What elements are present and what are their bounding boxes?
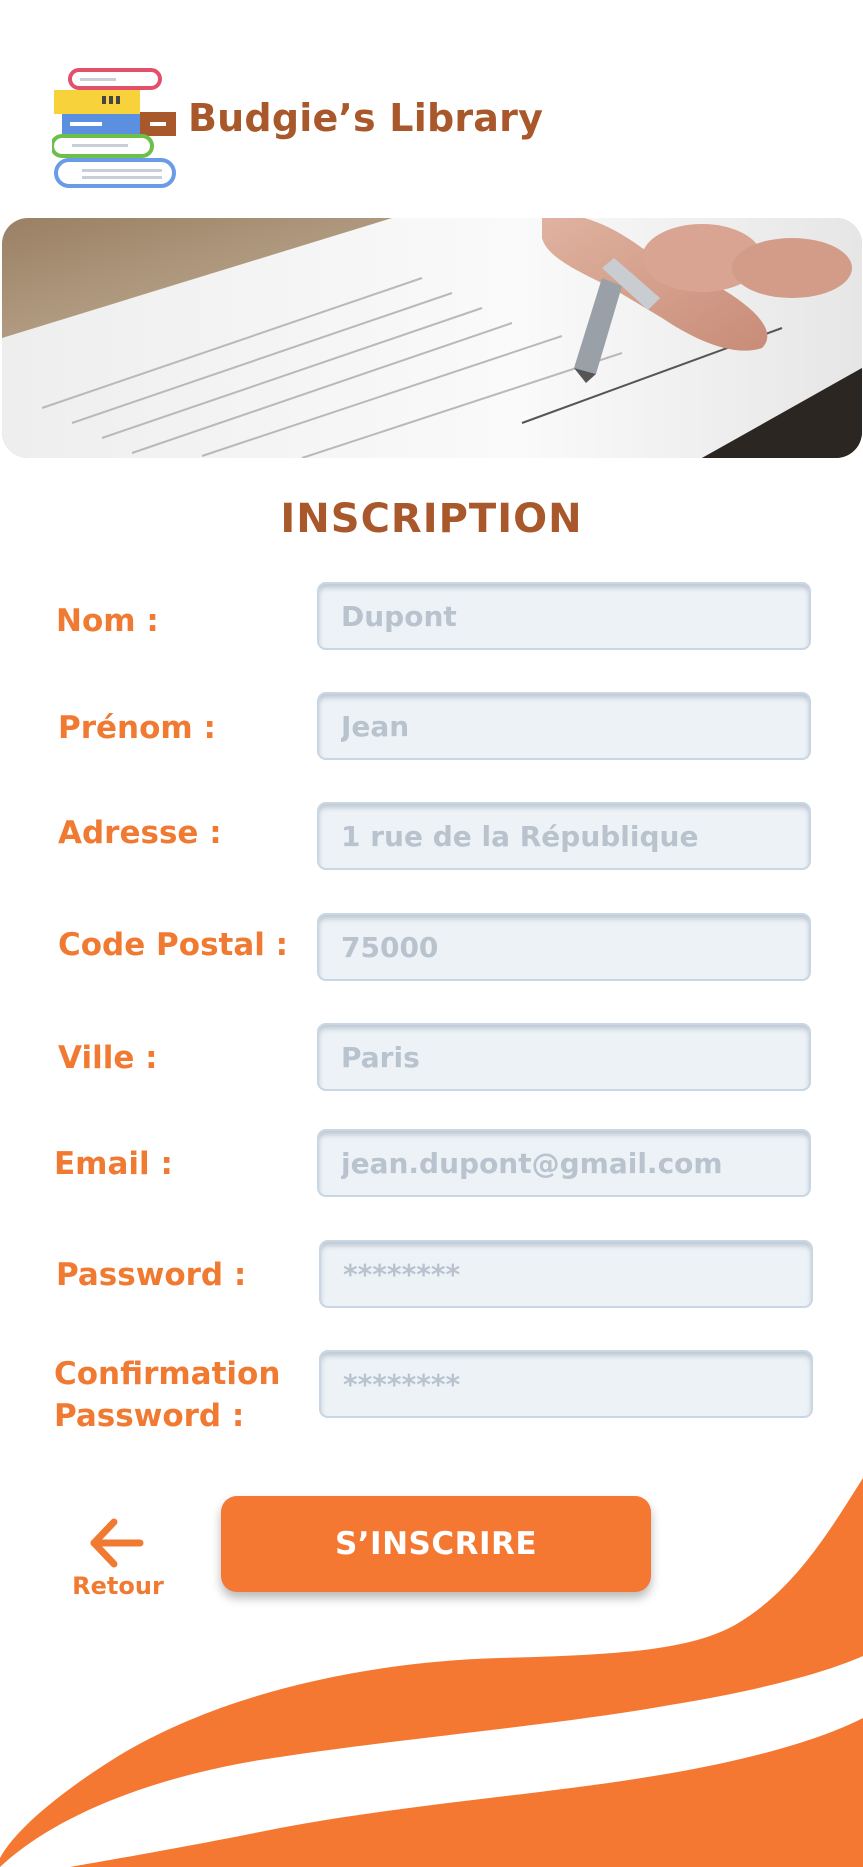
stacked-books-icon — [52, 68, 176, 188]
app-title: Budgie’s Library — [188, 96, 544, 140]
arrow-left-icon — [90, 1518, 144, 1568]
label-email: Email : — [54, 1146, 173, 1182]
label-ville: Ville : — [58, 1040, 158, 1076]
app-header: Budgie’s Library — [0, 0, 863, 210]
label-code-postal: Code Postal : — [58, 927, 289, 963]
nom-input[interactable] — [317, 582, 811, 650]
adresse-input[interactable] — [317, 802, 811, 870]
email-input[interactable] — [317, 1129, 811, 1197]
back-button[interactable]: Retour — [66, 1512, 170, 1608]
label-adresse: Adresse : — [58, 815, 222, 851]
label-confirmation-password: Confirmation Password : — [54, 1353, 280, 1437]
submit-button[interactable]: S’INSCRIRE — [221, 1496, 651, 1592]
confirm-password-input[interactable] — [319, 1350, 813, 1418]
label-prenom: Prénom : — [58, 710, 216, 746]
label-confirmation-line1: Confirmation — [54, 1356, 281, 1392]
back-label: Retour — [72, 1572, 164, 1600]
password-input[interactable] — [319, 1240, 813, 1308]
ville-input[interactable] — [317, 1023, 811, 1091]
form-title: INSCRIPTION — [280, 496, 583, 542]
label-password: Password : — [56, 1257, 247, 1293]
hero-image — [2, 218, 862, 458]
prenom-input[interactable] — [317, 692, 811, 760]
code-postal-input[interactable] — [317, 913, 811, 981]
label-confirmation-line2: Password : — [54, 1398, 245, 1434]
label-nom: Nom : — [56, 603, 159, 639]
